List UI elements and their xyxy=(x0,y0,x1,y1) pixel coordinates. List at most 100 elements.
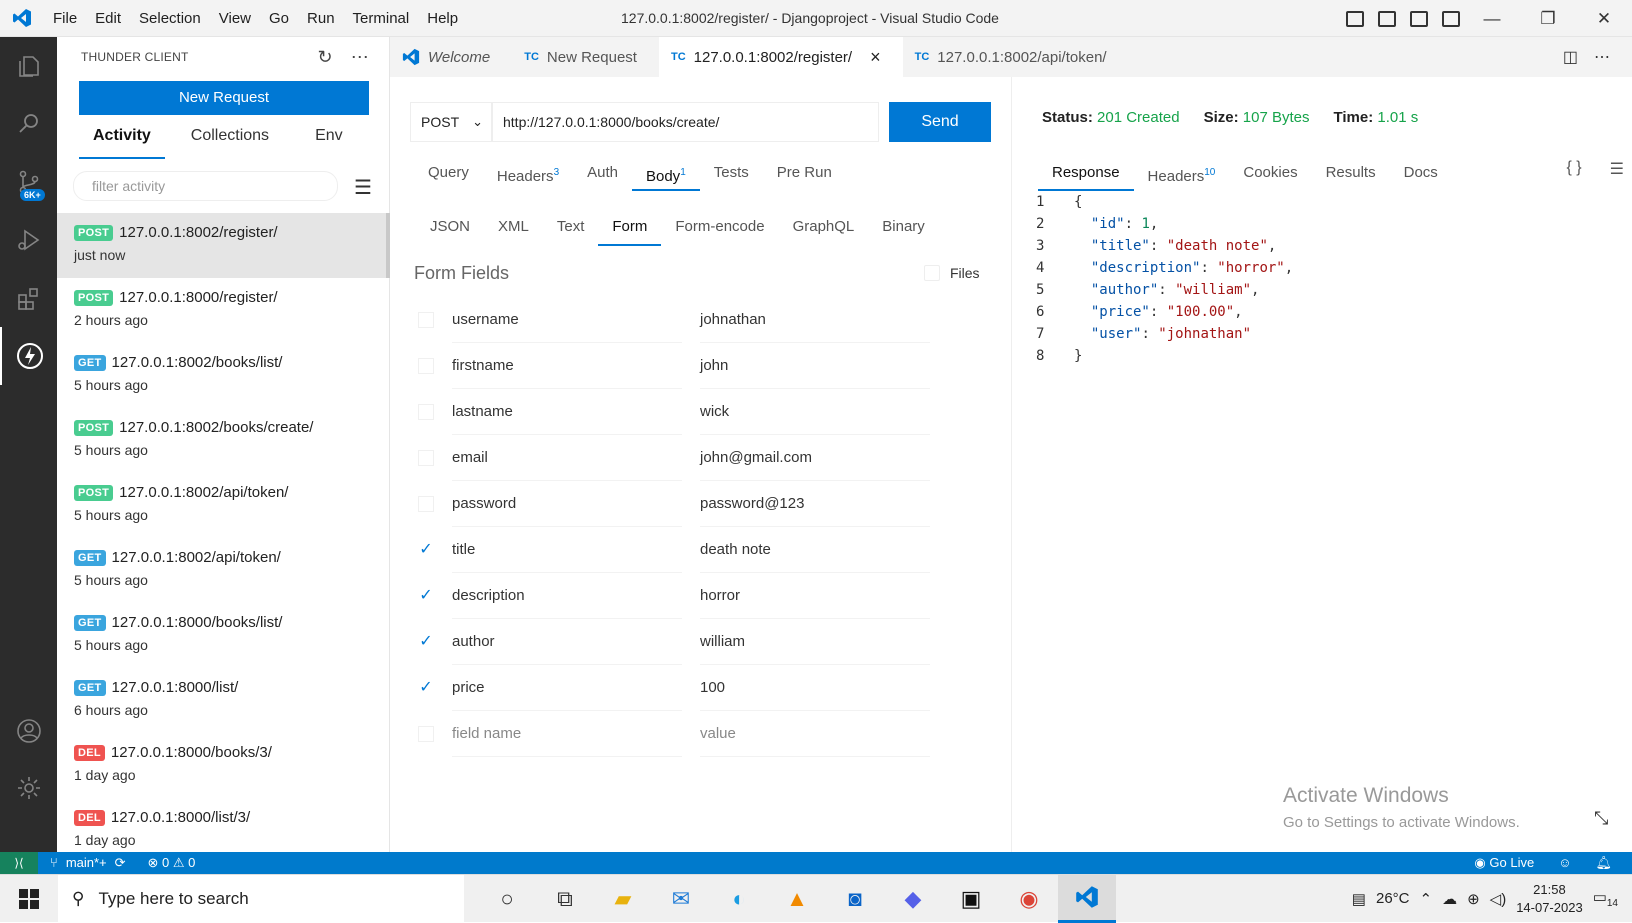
activity-item[interactable]: DEL 127.0.0.1:8000/books/3/1 day ago xyxy=(57,733,390,798)
cortana-icon[interactable]: ○ xyxy=(478,875,536,923)
activity-item[interactable]: POST 127.0.0.1:8002/register/just now xyxy=(57,213,390,278)
field-name-input[interactable]: title xyxy=(452,527,682,573)
toggle-primary-sidebar-icon[interactable] xyxy=(1346,10,1364,27)
body-tab-json[interactable]: JSON xyxy=(416,214,484,246)
body-tab-graphql[interactable]: GraphQL xyxy=(779,214,869,246)
tab-pre-run[interactable]: Pre Run xyxy=(763,159,846,191)
menu-item-view[interactable]: View xyxy=(210,0,260,37)
response-tab-cookies[interactable]: Cookies xyxy=(1229,159,1311,191)
weather-icon[interactable]: ▤ xyxy=(1352,890,1366,908)
method-select[interactable]: POST ⌄ xyxy=(410,102,492,142)
taskbar-search-input[interactable]: ⚲ Type here to search xyxy=(58,874,464,923)
outlook-icon[interactable]: ◙ xyxy=(826,875,884,923)
split-editor-icon[interactable]: ◫ xyxy=(1563,47,1578,67)
chevron-up-icon[interactable]: ⌃ xyxy=(1420,890,1433,908)
extensions-icon[interactable] xyxy=(0,269,57,327)
branch-indicator[interactable]: ⑂ main*+ ⟳ xyxy=(50,855,126,871)
body-tab-text[interactable]: Text xyxy=(543,214,599,246)
field-checkbox[interactable]: ✓ xyxy=(418,588,434,604)
notifications-bell-icon[interactable]: 🔔︎ xyxy=(1595,855,1612,871)
task-view-icon[interactable]: ⧉ xyxy=(536,875,594,923)
source-control-icon[interactable]: 6K+ xyxy=(0,153,57,211)
body-tab-binary[interactable]: Binary xyxy=(868,214,939,246)
search-icon[interactable] xyxy=(0,95,57,153)
tab-collections[interactable]: Collections xyxy=(177,123,283,159)
field-checkbox[interactable] xyxy=(418,450,434,466)
windows-start-icon[interactable] xyxy=(0,875,58,923)
network-icon[interactable]: ☁ xyxy=(1442,890,1457,908)
more-actions-icon[interactable]: ⋯ xyxy=(351,47,369,68)
body-tab-xml[interactable]: XML xyxy=(484,214,543,246)
field-checkbox[interactable] xyxy=(418,726,434,742)
menu-item-run[interactable]: Run xyxy=(298,0,344,37)
field-name-input[interactable]: price xyxy=(452,665,682,711)
field-name-input[interactable]: lastname xyxy=(452,389,682,435)
globe-icon[interactable]: ⊕ xyxy=(1467,890,1480,908)
url-input[interactable]: http://127.0.0.1:8000/books/create/ xyxy=(492,102,879,142)
explorer-icon[interactable] xyxy=(0,37,57,95)
clock[interactable]: 21:58 14-07-2023 xyxy=(1516,881,1583,917)
tab-tests[interactable]: Tests xyxy=(700,159,763,191)
response-menu-icon[interactable]: ☰ xyxy=(1610,159,1624,179)
weather-temp[interactable]: 26°C xyxy=(1376,890,1410,907)
response-tab-results[interactable]: Results xyxy=(1312,159,1390,191)
notification-center-icon[interactable]: ▭14 xyxy=(1593,888,1618,909)
filter-activity-input[interactable]: filter activity xyxy=(73,171,338,201)
response-tab-docs[interactable]: Docs xyxy=(1390,159,1452,191)
remote-indicator-icon[interactable]: ⟩⟨ xyxy=(0,852,38,874)
field-value-input[interactable]: john@gmail.com xyxy=(700,435,930,481)
menu-item-terminal[interactable]: Terminal xyxy=(344,0,419,37)
field-checkbox[interactable] xyxy=(418,358,434,374)
pycharm-icon[interactable]: ▣ xyxy=(942,875,1000,923)
tab-query[interactable]: Query xyxy=(414,159,483,191)
menu-item-file[interactable]: File xyxy=(44,0,86,37)
activity-item[interactable]: DEL 127.0.0.1:8000/list/3/1 day ago xyxy=(57,798,390,852)
minimize-button[interactable]: — xyxy=(1464,0,1520,37)
response-tab-headers[interactable]: Headers10 xyxy=(1134,159,1230,191)
menu-item-selection[interactable]: Selection xyxy=(130,0,210,37)
field-name-input[interactable]: username xyxy=(452,297,682,343)
body-tab-form-encode[interactable]: Form-encode xyxy=(661,214,778,246)
field-checkbox[interactable] xyxy=(418,312,434,328)
send-button[interactable]: Send xyxy=(889,102,991,142)
vlc-icon[interactable]: ▲ xyxy=(768,875,826,923)
menu-item-edit[interactable]: Edit xyxy=(86,0,130,37)
menu-item-go[interactable]: Go xyxy=(260,0,298,37)
field-value-input[interactable]: death note xyxy=(700,527,930,573)
tab-api-token[interactable]: TC 127.0.0.1:8002/api/token/ xyxy=(903,37,1129,77)
field-value-input[interactable]: password@123 xyxy=(700,481,930,527)
power-automate-icon[interactable]: ◆ xyxy=(884,875,942,923)
tab-auth[interactable]: Auth xyxy=(573,159,632,191)
more-actions-icon[interactable]: ⋯ xyxy=(1594,47,1610,67)
field-checkbox[interactable]: ✓ xyxy=(418,542,434,558)
tab-register[interactable]: TC 127.0.0.1:8002/register/ × xyxy=(658,37,903,77)
body-tab-form[interactable]: Form xyxy=(598,214,662,246)
field-name-input[interactable]: password xyxy=(452,481,682,527)
refresh-icon[interactable]: ↻ xyxy=(318,47,333,68)
field-checkbox[interactable]: ✓ xyxy=(418,634,434,650)
tab-body[interactable]: Body1 xyxy=(631,159,700,191)
activity-item[interactable]: GET 127.0.0.1:8000/books/list/5 hours ago xyxy=(57,603,390,668)
feedback-icon[interactable]: ☺ xyxy=(1558,855,1571,871)
problems-indicator[interactable]: ⊗ 0 ⚠ 0 xyxy=(148,855,196,871)
field-name-input[interactable]: email xyxy=(452,435,682,481)
file-explorer-icon[interactable]: ▰ xyxy=(594,875,652,923)
menu-item-help[interactable]: Help xyxy=(418,0,467,37)
chrome-icon[interactable]: ◉ xyxy=(1000,875,1058,923)
field-name-input[interactable]: firstname xyxy=(452,343,682,389)
field-checkbox[interactable]: ✓ xyxy=(418,680,434,696)
toggle-panel-icon[interactable] xyxy=(1378,10,1396,27)
field-checkbox[interactable] xyxy=(418,496,434,512)
thunder-client-icon[interactable] xyxy=(0,327,57,385)
response-tab-response[interactable]: Response xyxy=(1038,159,1134,191)
filter-menu-icon[interactable]: ☰ xyxy=(354,175,372,200)
tab-env[interactable]: Env xyxy=(301,123,357,159)
field-value-input[interactable]: wick xyxy=(700,389,930,435)
field-value-input[interactable]: 100 xyxy=(700,665,930,711)
expand-icon[interactable]: ⤡ xyxy=(1594,808,1608,829)
new-request-button[interactable]: New Request xyxy=(79,81,369,115)
close-tab-icon[interactable]: × xyxy=(870,47,881,68)
edge-icon[interactable]: ◐ xyxy=(710,875,768,923)
activity-item[interactable]: POST 127.0.0.1:8000/register/2 hours ago xyxy=(57,278,390,343)
activity-item[interactable]: POST 127.0.0.1:8002/api/token/5 hours ago xyxy=(57,473,390,538)
